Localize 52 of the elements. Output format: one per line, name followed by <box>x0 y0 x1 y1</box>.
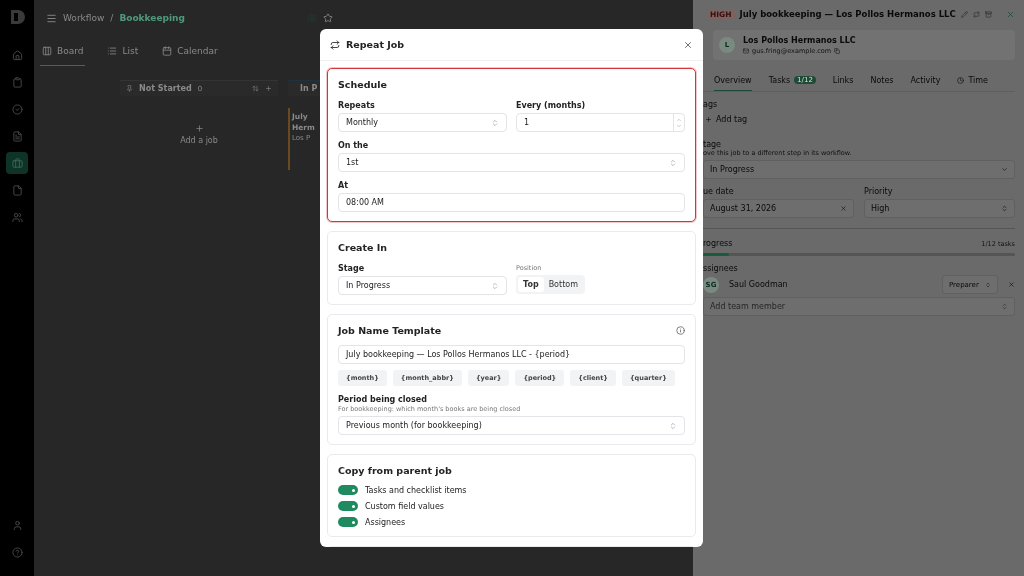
field-label: ags <box>703 100 719 109</box>
breadcrumb-item[interactable]: Bookkeeping <box>119 13 185 23</box>
field-label: Every (months) <box>516 101 587 110</box>
field-label: tage <box>703 140 723 149</box>
panel-tab[interactable]: Notes <box>870 70 894 91</box>
field-label: Priority <box>864 187 894 196</box>
column-title: In P <box>300 84 318 93</box>
section-title: Create In <box>338 242 389 253</box>
toggle-label: Custom field values <box>365 501 444 511</box>
stage-select[interactable]: In Progress <box>703 160 1015 179</box>
period-select[interactable]: Previous month (for bookkeeping) <box>338 416 685 435</box>
every-input[interactable]: 1 <box>516 113 685 132</box>
column-title: Not Started <box>139 84 192 93</box>
repeats-select[interactable]: Monthly <box>338 113 507 132</box>
breadcrumb-item[interactable]: Workflow <box>63 13 105 23</box>
section-title: Schedule <box>338 79 388 90</box>
panel-tab[interactable]: Overview <box>714 70 752 91</box>
panel-tab[interactable]: Activity <box>910 70 941 91</box>
field-label: On the <box>338 141 370 150</box>
view-tab[interactable]: Calendar <box>160 36 220 66</box>
view-tab[interactable]: Board <box>40 36 86 66</box>
field-label: Repeats <box>338 101 376 110</box>
day-select[interactable]: 1st <box>338 153 685 172</box>
field-label: ue date <box>703 187 735 196</box>
stage-select[interactable]: In Progress <box>338 276 507 295</box>
section-title: Job Name Template <box>338 325 442 336</box>
field-label: rogress <box>703 239 733 248</box>
time-input[interactable]: 08:00 AM <box>338 193 685 212</box>
add-tag-button[interactable]: Add tag <box>703 115 1015 124</box>
toggle-label: Tasks and checklist items <box>365 485 467 495</box>
assignee-name: Saul Goodman <box>729 280 788 289</box>
dialog-title: Repeat Job <box>346 39 405 50</box>
add-member-select[interactable]: Add team member <box>703 297 1015 316</box>
field-label: At <box>338 181 349 190</box>
field-label: ssignees <box>703 264 739 273</box>
view-tab[interactable]: List <box>105 36 141 66</box>
toggle-label: Assignees <box>365 517 406 527</box>
field-label: Period being closed <box>338 395 428 404</box>
section-title: Copy from parent job <box>338 465 453 476</box>
breadcrumb-separator: / <box>110 13 114 23</box>
client-name[interactable]: Los Pollos Hermanos LLC <box>743 35 856 45</box>
add-tag-label: Add tag <box>716 115 748 124</box>
position-option[interactable]: Bottom <box>543 277 583 292</box>
panel-tab[interactable]: Links <box>832 70 854 91</box>
priority-select[interactable]: High <box>864 199 1015 218</box>
job-title: July bookkeeping — Los Pollos Hermanos LLC <box>739 9 956 19</box>
due-date-field[interactable]: August 31, 2026 <box>703 199 854 218</box>
template-input[interactable]: July bookkeeping — Los Pollos Hermanos LLC - {period} <box>338 345 685 364</box>
add-job-button[interactable]: Add a job <box>120 124 278 145</box>
panel-tab[interactable]: Time <box>957 70 988 91</box>
field-label: Stage <box>338 264 366 273</box>
position-option[interactable]: Top <box>518 277 544 292</box>
